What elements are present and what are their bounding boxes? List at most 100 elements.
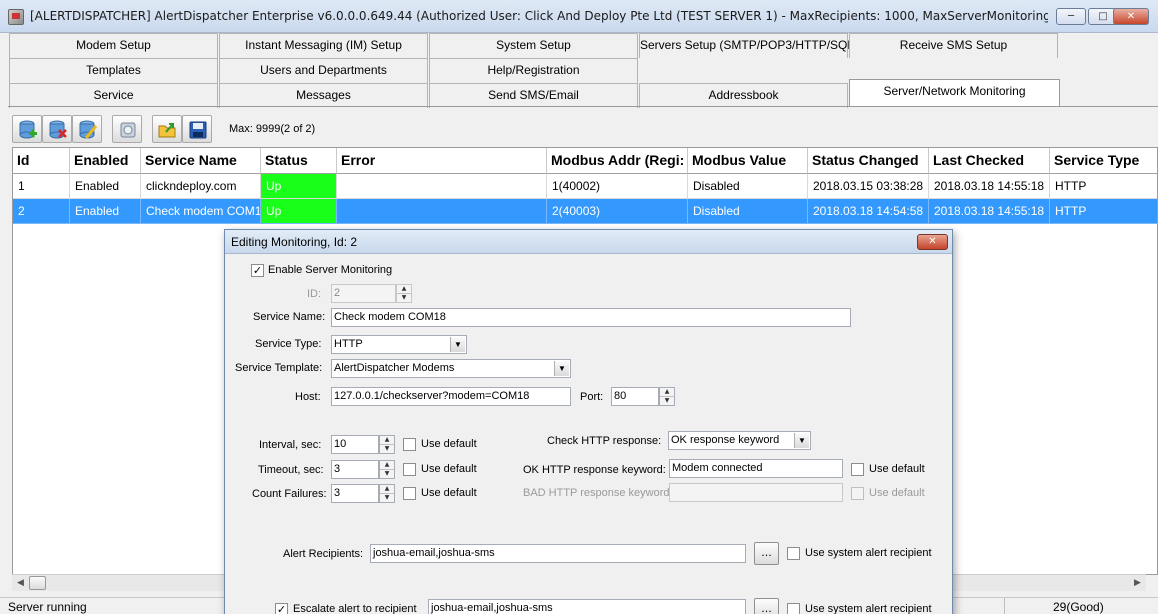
bad-keyword-field: [669, 483, 843, 502]
add-monitoring-button[interactable]: [12, 115, 42, 143]
ok-keyword-field[interactable]: Modem connected: [669, 459, 843, 478]
tab-addressbook[interactable]: Addressbook: [639, 83, 848, 108]
tab-servers-setup[interactable]: Servers Setup (SMTP/POP3/HTTP/SQL): [639, 33, 858, 58]
dialog-close-button[interactable]: ✕: [917, 234, 948, 250]
save-disk-icon: [189, 121, 207, 139]
port-spinner[interactable]: ▲ ▼: [659, 387, 675, 406]
escalate-use-system-recipient-label: Use system alert recipient: [805, 603, 932, 614]
open-button[interactable]: [152, 115, 182, 143]
tab-receive-sms-setup[interactable]: Receive SMS Setup: [849, 33, 1058, 58]
column-header-last-checked[interactable]: Last Checked: [929, 148, 1050, 174]
ok-keyword-use-default-checkbox[interactable]: [851, 463, 864, 476]
settings-button[interactable]: [112, 115, 142, 143]
server-status-text: Server running: [8, 600, 87, 614]
cell-status: Up: [261, 174, 337, 199]
column-header-error[interactable]: Error: [337, 148, 547, 174]
column-header-service-type[interactable]: Service Type: [1050, 148, 1157, 174]
tab-templates[interactable]: Templates: [9, 58, 218, 83]
chevron-down-icon[interactable]: ▼: [794, 433, 809, 448]
column-header-status[interactable]: Status: [261, 148, 337, 174]
save-button[interactable]: [182, 115, 212, 143]
cell-last-checked: 2018.03.18 14:55:18: [929, 199, 1050, 224]
service-type-select[interactable]: HTTP ▼: [331, 335, 467, 354]
tab-users-departments[interactable]: Users and Departments: [219, 58, 428, 83]
cell-modbus-value: Disabled: [688, 199, 808, 224]
alert-recipients-field[interactable]: joshua-email,joshua-sms: [370, 544, 746, 563]
editing-monitoring-dialog: Editing Monitoring, Id: 2 ✕ ✓ Enable Ser…: [224, 229, 953, 614]
check-http-select[interactable]: OK response keyword ▼: [668, 431, 811, 450]
escalate-checkbox[interactable]: ✓: [275, 603, 288, 614]
scroll-thumb[interactable]: [29, 576, 46, 590]
timeout-use-default-checkbox[interactable]: [403, 463, 416, 476]
minimize-button[interactable]: ─: [1056, 8, 1086, 25]
close-button[interactable]: ✕: [1113, 8, 1149, 25]
tab-im-setup[interactable]: Instant Messaging (IM) Setup: [219, 33, 428, 58]
column-header-service-name[interactable]: Service Name: [141, 148, 261, 174]
dialog-title: Editing Monitoring, Id: 2: [231, 235, 358, 249]
delete-monitoring-button[interactable]: [42, 115, 72, 143]
bad-keyword-use-default-label: Use default: [869, 487, 925, 499]
escalate-use-system-recipient-checkbox[interactable]: [787, 603, 800, 614]
column-header-modbus-value[interactable]: Modbus Value: [688, 148, 808, 174]
signal-status-text: 29(Good): [1053, 600, 1104, 614]
escalate-browse-button[interactable]: ...: [754, 598, 779, 614]
tab-send-sms-email[interactable]: Send SMS/Email: [429, 83, 638, 108]
cell-id: 1: [13, 174, 70, 199]
table-row[interactable]: 1 Enabled clickndeploy.com Up 1(40002) D…: [13, 174, 1157, 199]
alert-recipients-browse-button[interactable]: ...: [754, 542, 779, 565]
count-failures-field[interactable]: 3: [331, 484, 379, 503]
timeout-label: Timeout, sec:: [258, 464, 324, 476]
cell-error: [337, 174, 547, 199]
table-row-selected[interactable]: 2 Enabled Check modem COM18 Up 2(40003) …: [13, 199, 1157, 224]
timeout-field[interactable]: 3: [331, 460, 379, 479]
tab-help-registration[interactable]: Help/Registration: [429, 58, 638, 83]
edit-monitoring-button[interactable]: [72, 115, 102, 143]
use-system-recipient-checkbox[interactable]: [787, 547, 800, 560]
cell-id: 2: [13, 199, 70, 224]
port-field[interactable]: 80: [611, 387, 659, 406]
status-divider: [1004, 598, 1005, 614]
tab-modem-setup[interactable]: Modem Setup: [9, 33, 218, 58]
column-header-status-changed[interactable]: Status Changed: [808, 148, 929, 174]
interval-use-default-checkbox[interactable]: [403, 438, 416, 451]
service-name-field[interactable]: Check modem COM18: [331, 308, 851, 327]
host-field[interactable]: 127.0.0.1/checkserver?modem=COM18: [331, 387, 571, 406]
escalate-label: Escalate alert to recipient: [293, 603, 417, 614]
cell-service-type: HTTP: [1050, 174, 1157, 199]
tab-system-setup[interactable]: System Setup: [429, 33, 638, 58]
scroll-left-icon[interactable]: ◀: [12, 575, 29, 591]
count-failures-spinner[interactable]: ▲ ▼: [379, 484, 395, 503]
check-http-label: Check HTTP response:: [547, 435, 662, 447]
enable-monitoring-checkbox[interactable]: ✓: [251, 264, 264, 277]
cell-status-changed: 2018.03.15 03:38:28: [808, 174, 929, 199]
service-template-select[interactable]: AlertDispatcher Modems ▼: [331, 359, 571, 378]
alert-recipients-label: Alert Recipients:: [283, 548, 364, 560]
gear-icon: [120, 122, 136, 138]
dialog-title-bar: Editing Monitoring, Id: 2 ✕: [225, 230, 952, 254]
cell-enabled: Enabled: [70, 199, 141, 224]
tab-divider: [8, 106, 1158, 107]
chevron-down-icon[interactable]: ▼: [450, 337, 465, 352]
column-header-id[interactable]: Id: [13, 148, 70, 174]
service-template-label: Service Template:: [235, 362, 323, 374]
app-icon: [8, 9, 24, 25]
column-header-enabled[interactable]: Enabled: [70, 148, 141, 174]
tab-service[interactable]: Service: [9, 83, 218, 108]
column-header-modbus-addr[interactable]: Modbus Addr (Regi:: [547, 148, 688, 174]
count-failures-use-default-checkbox[interactable]: [403, 487, 416, 500]
escalate-recipients-field[interactable]: joshua-email,joshua-sms: [428, 599, 746, 614]
tab-messages[interactable]: Messages: [219, 83, 428, 108]
chevron-down-icon[interactable]: ▼: [554, 361, 569, 376]
count-failures-label: Count Failures:: [252, 488, 327, 500]
ok-keyword-use-default-label: Use default: [869, 463, 925, 475]
timeout-spinner[interactable]: ▲ ▼: [379, 460, 395, 479]
edit-database-icon: [79, 120, 98, 139]
cell-service-name: clickndeploy.com: [141, 174, 261, 199]
cell-error: [337, 199, 547, 224]
id-label: ID:: [307, 288, 322, 300]
interval-spinner[interactable]: ▲ ▼: [379, 435, 395, 454]
bad-keyword-label: BAD HTTP response keyword:: [523, 487, 673, 499]
tab-server-network-monitoring[interactable]: Server/Network Monitoring: [849, 79, 1060, 107]
interval-field[interactable]: 10: [331, 435, 379, 454]
scroll-right-icon[interactable]: ▶: [1129, 575, 1146, 591]
